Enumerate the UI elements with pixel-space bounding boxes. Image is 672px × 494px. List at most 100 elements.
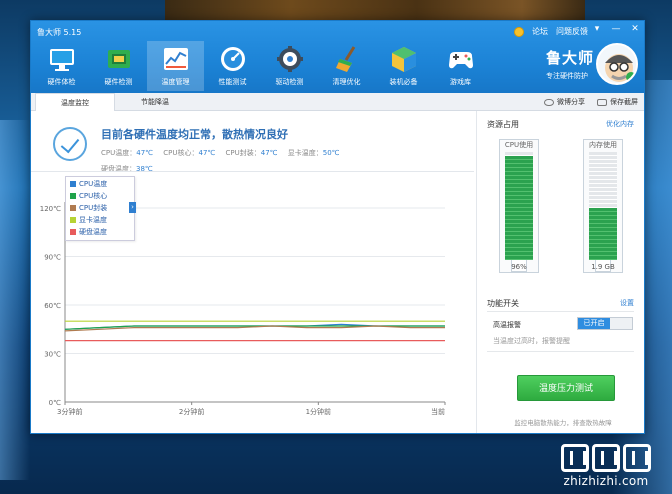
watermark: zhizhizhi.com: [548, 444, 664, 488]
toolbar-label: 游戏库: [450, 78, 471, 86]
feedback-link[interactable]: 问题反馈: [556, 26, 588, 37]
legend-swatch: [70, 205, 76, 211]
memory-usage-label: 内存使用: [589, 141, 617, 149]
monitor-icon: [47, 44, 77, 74]
legend-swatch: [70, 181, 76, 187]
toolbar-label: 温度管理: [161, 78, 190, 86]
toolbar-item-cleanup[interactable]: 清理优化: [318, 41, 375, 91]
resource-title: 资源占用: [487, 120, 519, 129]
toolbar-item-hardware-detect[interactable]: 硬件检测: [90, 41, 147, 91]
legend-label: CPU温度: [79, 180, 108, 188]
toolbar-item-hardware-checkup[interactable]: 硬件体检: [33, 41, 90, 91]
alarm-description: 当温度过高时，报警提醒: [493, 337, 570, 345]
minimize-button[interactable]: —: [611, 24, 621, 34]
memory-usage-track: [589, 152, 617, 260]
mascot-avatar[interactable]: [596, 43, 638, 85]
legend-item[interactable]: CPU温度: [70, 178, 134, 190]
status-title: 目前各硬件温度均正常，散热情况良好: [101, 128, 288, 141]
reading-value: 47℃: [198, 149, 216, 157]
legend-swatch: [70, 217, 76, 223]
high-temp-alarm-label: 高温报警: [493, 321, 521, 329]
cpu-usage-gauge: CPU使用 96%: [499, 139, 539, 273]
x-tick-label: 2分钟前: [179, 407, 204, 416]
coin-icon[interactable]: [514, 26, 524, 37]
tab-temp-monitor[interactable]: 温度监控: [35, 93, 115, 112]
legend-label: 硬盘温度: [79, 228, 107, 236]
legend-label: 显卡温度: [79, 216, 107, 224]
toolbar-label: 性能测试: [218, 78, 247, 86]
gauge-icon: [218, 44, 248, 74]
chart-legend: CPU温度 CPU核心 CPU封装 显卡温度 硬盘温度: [65, 176, 135, 241]
toolbar-item-temperature[interactable]: 温度管理: [147, 41, 204, 91]
legend-label: CPU核心: [79, 192, 108, 200]
legend-item[interactable]: CPU封装: [70, 202, 134, 214]
toolbar-label: 驱动检测: [275, 78, 304, 86]
toolbar-label: 硬件体检: [47, 78, 76, 86]
toolbar-item-performance[interactable]: 性能测试: [204, 41, 261, 91]
toolbar-item-games[interactable]: 游戏库: [432, 41, 489, 91]
menu-button[interactable]: ▾: [592, 24, 602, 34]
main-toolbar: 硬件体检 硬件检测 温度管理 性能测试 驱动检测 清理优化 装机必备 游戏库: [33, 41, 489, 91]
legend-swatch: [70, 193, 76, 199]
cpu-usage-value: 96%: [511, 263, 527, 271]
temperature-chart-icon: [161, 44, 191, 74]
feature-switches-title: 功能开关: [487, 299, 519, 308]
y-tick-label: 60℃: [44, 302, 61, 310]
cpu-usage-fill: [505, 156, 533, 260]
toolbar-label: 清理优化: [332, 78, 361, 86]
temperature-chart: 120℃ 90℃ 60℃ 30℃ 0℃ 3分钟前 2分钟前 1分钟前 当前 CPU温度 CPU核…: [31, 171, 474, 433]
x-tick-label: 3分钟前: [57, 407, 82, 416]
cpu-usage-label: CPU使用: [504, 141, 534, 149]
settings-link[interactable]: 设置: [620, 298, 634, 308]
x-tick-label: 当前: [431, 407, 445, 416]
toggle-state: 已开启: [578, 318, 610, 329]
desktop-glow-left: [0, 120, 30, 480]
reading-value: 50℃: [322, 149, 340, 157]
weibo-share-button[interactable]: 微博分享: [544, 97, 585, 107]
save-screenshot-button[interactable]: 保存截屏: [597, 97, 638, 107]
save-screenshot-label: 保存截屏: [610, 98, 638, 106]
optimize-memory-link[interactable]: 优化内存: [606, 119, 634, 129]
brand-slogan: 专注硬件防护: [545, 72, 588, 80]
weibo-share-label: 微博分享: [557, 98, 585, 106]
gamepad-icon: [446, 44, 476, 74]
divider: [487, 311, 634, 312]
reading-label: 显卡温度：: [287, 149, 323, 157]
toolbar-item-essentials[interactable]: 装机必备: [375, 41, 432, 91]
memory-usage-gauge: 内存使用 1.9 GB: [583, 139, 623, 273]
tab-energy-saving[interactable]: 节能降温: [115, 93, 195, 111]
legend-item[interactable]: CPU核心: [70, 190, 134, 202]
legend-collapse-arrow-icon[interactable]: ›: [129, 202, 136, 213]
forum-link[interactable]: 论坛: [532, 26, 548, 37]
window-controls: ▾ — ✕: [592, 24, 640, 34]
watermark-text: zhizhizhi.com: [563, 474, 649, 488]
brand: 鲁大师 专注硬件防护: [546, 47, 594, 81]
high-temp-alarm-toggle[interactable]: 已开启: [577, 317, 633, 330]
reading-label: CPU核心：: [163, 149, 199, 157]
reading-label: CPU封装：: [225, 149, 261, 157]
close-button[interactable]: ✕: [630, 24, 640, 34]
subtab-actions: 微博分享 保存截屏: [544, 93, 638, 111]
y-tick-label: 120℃: [40, 205, 61, 213]
title-bar: 鲁大师 5.15 论坛 问题反馈 ▾ — ✕ 硬件体检 硬件检测 温度管理 性能…: [31, 21, 644, 93]
legend-item[interactable]: 显卡温度: [70, 214, 134, 226]
window-title: 鲁大师 5.15: [37, 28, 82, 37]
app-window: 鲁大师 5.15 论坛 问题反馈 ▾ — ✕ 硬件体检 硬件检测 温度管理 性能…: [30, 20, 645, 434]
reading-label: CPU温度：: [101, 149, 137, 157]
brand-name: 鲁大师: [545, 49, 594, 67]
y-tick-label: 0℃: [49, 399, 61, 407]
desktop-wallpaper-strip: [165, 0, 585, 22]
temperature-panel: 目前各硬件温度均正常，散热情况良好 CPU温度：47℃ CPU核心：47℃ CP…: [31, 111, 474, 433]
resource-panel: 资源占用 优化内存 CPU使用 96% 内存使用 1.9 GB 功能开关 设置 …: [476, 111, 644, 433]
legend-item[interactable]: 硬盘温度: [70, 226, 134, 238]
cpu-usage-track: [505, 152, 533, 260]
x-tick-label: 1分钟前: [306, 407, 331, 416]
legend-label: CPU封装: [79, 204, 108, 212]
divider: [487, 351, 634, 352]
stress-test-button[interactable]: 温度压力测试: [517, 375, 615, 401]
reading-value: 47℃: [260, 149, 278, 157]
y-tick-label: 90℃: [44, 254, 61, 262]
memory-usage-fill: [589, 208, 617, 260]
toolbar-item-driver[interactable]: 驱动检测: [261, 41, 318, 91]
reading-value: 47℃: [136, 149, 154, 157]
